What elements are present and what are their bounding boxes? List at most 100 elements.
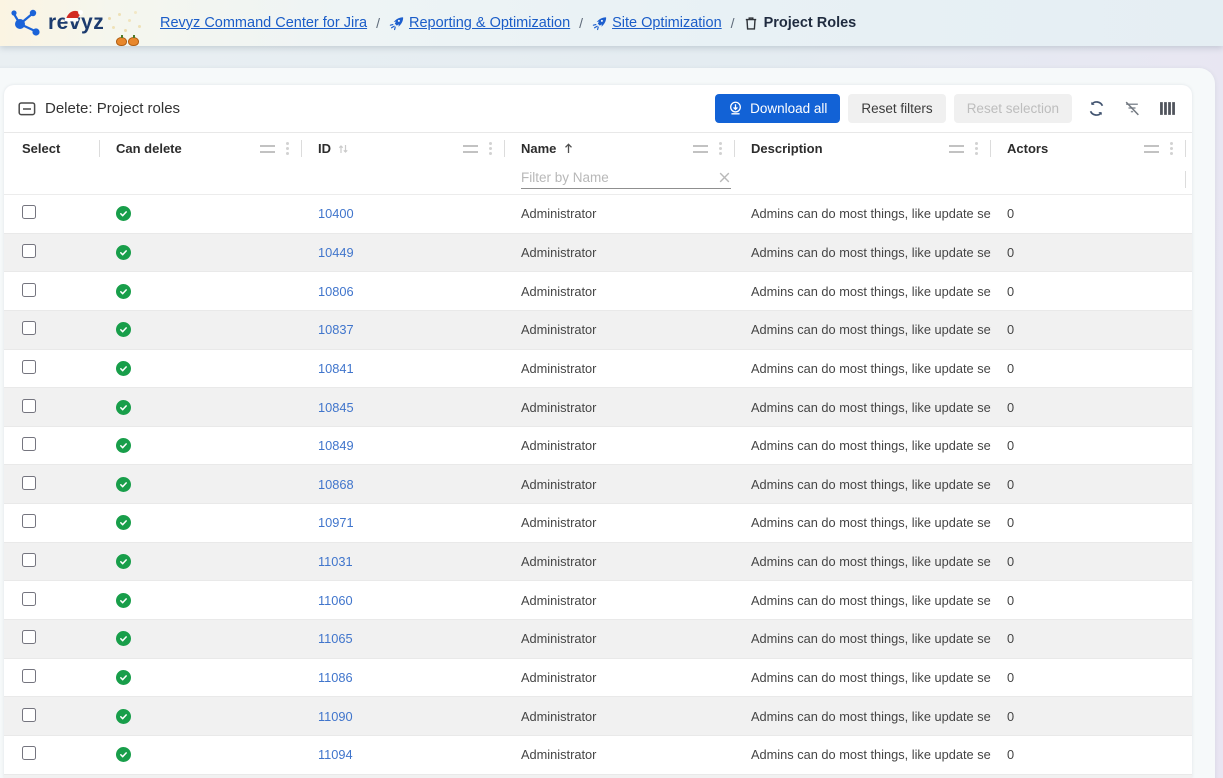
can-delete-check-icon bbox=[116, 206, 131, 221]
row-checkbox[interactable] bbox=[22, 321, 36, 335]
row-checkbox[interactable] bbox=[22, 514, 36, 528]
row-id-link[interactable]: 10449 bbox=[318, 245, 354, 260]
top-navigation-bar: revyz Revyz Command Center for Jira / Re… bbox=[0, 0, 1223, 46]
table-row: 10845 Administrator Admins can do most t… bbox=[4, 388, 1192, 427]
column-header-can-delete[interactable]: Can delete bbox=[100, 133, 302, 164]
row-id-link[interactable]: 11090 bbox=[318, 709, 353, 724]
row-id-link[interactable]: 11086 bbox=[318, 670, 353, 685]
row-checkbox[interactable] bbox=[22, 399, 36, 413]
name-filter-field[interactable] bbox=[521, 170, 731, 189]
sort-both-icon[interactable] bbox=[337, 143, 349, 155]
row-id-link[interactable]: 11031 bbox=[318, 554, 353, 569]
row-id-link[interactable]: 10971 bbox=[318, 515, 354, 530]
row-actors: 0 bbox=[991, 284, 1192, 299]
row-checkbox[interactable] bbox=[22, 708, 36, 722]
row-id-link[interactable]: 10849 bbox=[318, 438, 354, 453]
santa-hat-decoration bbox=[62, 8, 84, 23]
table-row: 10806 Administrator Admins can do most t… bbox=[4, 272, 1192, 311]
row-checkbox[interactable] bbox=[22, 669, 36, 683]
column-menu-icon[interactable] bbox=[489, 147, 492, 150]
table-row: 11094 Administrator Admins can do most t… bbox=[4, 736, 1192, 775]
row-id-link[interactable]: 11065 bbox=[318, 631, 353, 646]
row-actors: 0 bbox=[991, 477, 1192, 492]
table-row: 11090 Administrator Admins can do most t… bbox=[4, 697, 1192, 736]
row-checkbox[interactable] bbox=[22, 205, 36, 219]
pumpkin-decoration bbox=[116, 37, 139, 46]
filter-menu-icon[interactable] bbox=[949, 145, 964, 153]
reset-filters-button[interactable]: Reset filters bbox=[848, 94, 945, 123]
table-row: 11086 Administrator Admins can do most t… bbox=[4, 659, 1192, 698]
row-id-link[interactable]: 10845 bbox=[318, 400, 354, 415]
refresh-button[interactable] bbox=[1086, 98, 1107, 119]
delete-table-icon bbox=[18, 101, 36, 117]
sort-ascending-icon[interactable] bbox=[562, 142, 575, 155]
column-header-name[interactable]: Name bbox=[505, 133, 735, 164]
column-header-description[interactable]: Description bbox=[735, 133, 991, 164]
row-checkbox[interactable] bbox=[22, 437, 36, 451]
project-roles-card: Delete: Project roles Download all Reset… bbox=[4, 85, 1192, 778]
row-name: Administrator bbox=[505, 206, 735, 221]
filter-menu-icon[interactable] bbox=[463, 145, 478, 153]
row-id-link[interactable]: 10841 bbox=[318, 361, 354, 376]
revyz-logo[interactable]: revyz bbox=[0, 7, 152, 39]
row-description: Admins can do most things, like update s… bbox=[735, 747, 991, 762]
row-checkbox[interactable] bbox=[22, 283, 36, 297]
row-name: Administrator bbox=[505, 400, 735, 415]
column-menu-icon[interactable] bbox=[975, 147, 978, 150]
can-delete-check-icon bbox=[116, 361, 131, 376]
row-actors: 0 bbox=[991, 747, 1192, 762]
row-id-link[interactable]: 10837 bbox=[318, 322, 354, 337]
row-checkbox[interactable] bbox=[22, 244, 36, 258]
download-all-button[interactable]: Download all bbox=[715, 94, 840, 123]
row-description: Admins can do most things, like update s… bbox=[735, 284, 991, 299]
row-checkbox[interactable] bbox=[22, 746, 36, 760]
row-description: Admins can do most things, like update s… bbox=[735, 554, 991, 569]
column-header-id[interactable]: ID bbox=[302, 133, 505, 164]
column-end-divider bbox=[1185, 171, 1186, 188]
columns-button[interactable] bbox=[1157, 99, 1178, 118]
row-checkbox[interactable] bbox=[22, 553, 36, 567]
table-row: 10868 Administrator Admins can do most t… bbox=[4, 465, 1192, 504]
filter-menu-icon[interactable] bbox=[693, 145, 708, 153]
breadcrumb-link-command-center[interactable]: Revyz Command Center for Jira bbox=[160, 15, 367, 31]
breadcrumb-link-reporting-optimization[interactable]: Reporting & Optimization bbox=[389, 15, 570, 31]
row-name: Administrator bbox=[505, 554, 735, 569]
breadcrumb-link-site-optimization[interactable]: Site Optimization bbox=[592, 15, 722, 31]
can-delete-check-icon bbox=[116, 554, 131, 569]
row-checkbox[interactable] bbox=[22, 476, 36, 490]
row-description: Admins can do most things, like update s… bbox=[735, 477, 991, 492]
row-actors: 0 bbox=[991, 206, 1192, 221]
row-id-link[interactable]: 11060 bbox=[318, 593, 353, 608]
row-name: Administrator bbox=[505, 477, 735, 492]
row-id-link[interactable]: 11094 bbox=[318, 747, 353, 762]
row-actors: 0 bbox=[991, 361, 1192, 376]
partial-next-row bbox=[4, 775, 1192, 778]
column-menu-icon[interactable] bbox=[1170, 147, 1173, 150]
row-actors: 0 bbox=[991, 631, 1192, 646]
row-checkbox[interactable] bbox=[22, 592, 36, 606]
filter-menu-icon[interactable] bbox=[260, 145, 275, 153]
breadcrumb-separator: / bbox=[579, 15, 583, 31]
reset-selection-button[interactable]: Reset selection bbox=[954, 94, 1072, 123]
name-filter-input[interactable] bbox=[521, 170, 718, 185]
row-actors: 0 bbox=[991, 670, 1192, 685]
row-description: Admins can do most things, like update s… bbox=[735, 631, 991, 646]
column-menu-icon[interactable] bbox=[719, 147, 722, 150]
rocket-icon bbox=[389, 16, 404, 31]
column-menu-icon[interactable] bbox=[286, 147, 289, 150]
row-checkbox[interactable] bbox=[22, 630, 36, 644]
row-id-link[interactable]: 10806 bbox=[318, 284, 354, 299]
clear-filters-button[interactable] bbox=[1121, 98, 1143, 119]
row-checkbox[interactable] bbox=[22, 360, 36, 374]
row-id-link[interactable]: 10868 bbox=[318, 477, 354, 492]
row-actors: 0 bbox=[991, 322, 1192, 337]
filter-menu-icon[interactable] bbox=[1144, 145, 1159, 153]
row-id-link[interactable]: 10400 bbox=[318, 206, 354, 221]
table-row: 11065 Administrator Admins can do most t… bbox=[4, 620, 1192, 659]
can-delete-check-icon bbox=[116, 284, 131, 299]
clear-filter-icon[interactable] bbox=[718, 171, 731, 184]
revyz-molecule-icon bbox=[10, 7, 44, 39]
column-header-actors[interactable]: Actors bbox=[991, 133, 1192, 164]
row-description: Admins can do most things, like update s… bbox=[735, 515, 991, 530]
can-delete-check-icon bbox=[116, 438, 131, 453]
